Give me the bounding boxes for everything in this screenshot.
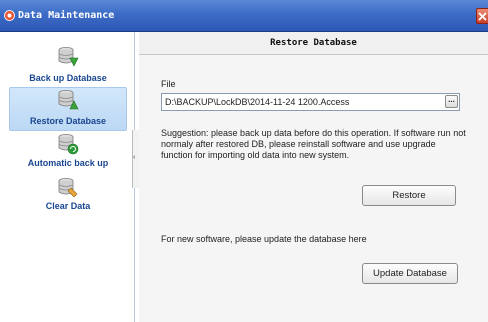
app-logo-icon [4, 10, 15, 21]
chevron-left-icon: ‹ [133, 154, 136, 161]
sidebar-item-restore-database[interactable]: Restore Database [9, 87, 127, 131]
sidebar-collapse-handle[interactable]: ‹ [132, 130, 139, 188]
update-database-button[interactable]: Update Database [362, 263, 458, 284]
sidebar-item-clear-data[interactable]: Clear Data [9, 177, 127, 221]
database-clear-icon [58, 178, 78, 198]
sidebar: Back up Database Restore Database Automa… [0, 32, 135, 322]
file-path-value: D:\BACKUP\LockDB\2014-11-24 1200.Access [165, 97, 350, 107]
database-restore-icon [58, 90, 79, 110]
sidebar-item-automatic-backup[interactable]: Automatic back up [9, 133, 127, 177]
sidebar-item-label: Back up Database [29, 73, 107, 83]
update-note-text: For new software, please update the data… [161, 234, 367, 244]
suggestion-text: Suggestion: please back up data before d… [161, 128, 466, 160]
file-label: File [161, 79, 176, 89]
main-panel: Restore Database File D:\BACKUP\LockDB\2… [139, 32, 488, 322]
window-title: Data Maintenance [18, 10, 115, 21]
database-backup-icon [58, 47, 79, 67]
database-auto-backup-icon [58, 134, 79, 155]
restore-button[interactable]: Restore [362, 185, 456, 206]
page-title: Restore Database [139, 32, 488, 55]
title-bar: Data Maintenance [0, 0, 488, 32]
close-icon [478, 12, 487, 21]
file-path-field[interactable]: D:\BACKUP\LockDB\2014-11-24 1200.Access [161, 93, 460, 111]
sidebar-item-label: Automatic back up [27, 158, 109, 168]
close-button[interactable] [476, 8, 488, 24]
sidebar-item-label: Clear Data [45, 201, 91, 211]
sidebar-item-label: Restore Database [29, 116, 107, 126]
sidebar-item-backup-database[interactable]: Back up Database [9, 46, 127, 90]
browse-button[interactable]: ... [445, 95, 458, 108]
